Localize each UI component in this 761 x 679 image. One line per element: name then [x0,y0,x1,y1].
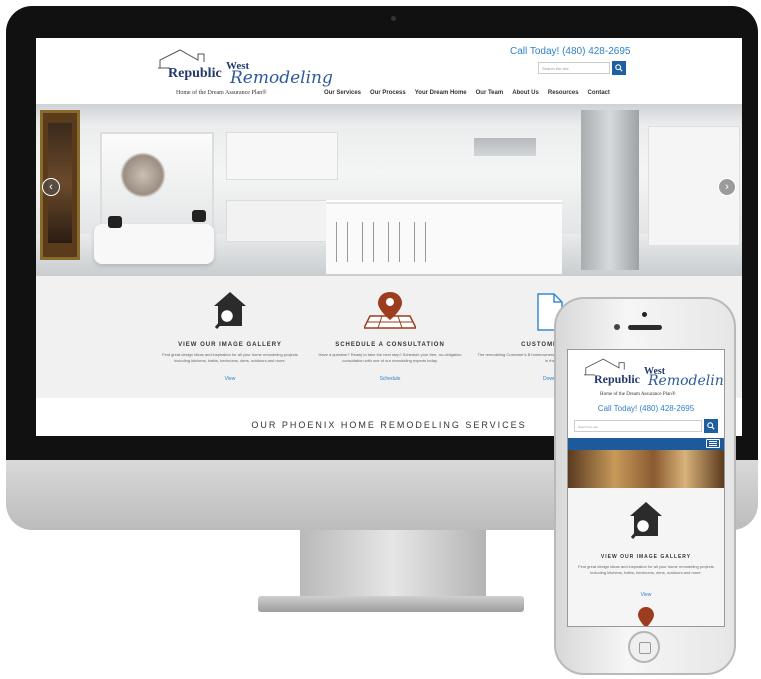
main-nav: Our Services Our Process Your Dream Home… [324,90,610,96]
mobile-call-today-phone[interactable]: Call Today! (480) 428-2695 [568,404,724,413]
map-pin-icon [364,292,416,329]
slider-prev-button[interactable]: ‹ [42,178,60,196]
imac-camera [391,16,396,21]
hero-slider: ‹ › [36,104,742,276]
view-gallery-link[interactable]: View [568,592,724,598]
hero-lower-cabinets [226,200,328,242]
feature-title: VIEW OUR IMAGE GALLERY [600,554,692,560]
hero-range-hood [474,138,536,156]
logo-remodeling: Remodeling [230,68,333,88]
search-icon [615,64,623,72]
map-pin-icon [638,607,654,626]
feature-gallery: VIEW OUR IMAGE GALLERY Find great design… [152,276,308,398]
hero-stool [336,222,348,262]
nav-contact[interactable]: Contact [588,90,610,96]
logo-remodeling: Remodeling [648,373,725,389]
mobile-search-button[interactable] [704,419,718,433]
feature-title: VIEW OUR IMAGE GALLERY [178,342,282,348]
hero-stool [388,222,400,262]
site-logo[interactable]: Republic West Remodeling Home of the Dre… [154,48,333,104]
logo-republic: Republic [168,66,222,81]
slider-next-button[interactable]: › [718,178,736,196]
mobile-hero-image [568,450,724,488]
iphone-sensor [642,312,647,317]
nav-our-team[interactable]: Our Team [476,90,504,96]
house-magnifier-icon [214,292,246,329]
chevron-right-icon: › [725,181,729,193]
hero-tree [120,152,166,198]
nav-about-us[interactable]: About Us [512,90,539,96]
mobile-feature-gallery: VIEW OUR IMAGE GALLERY Find great design… [568,488,724,626]
imac-stand-neck [300,530,486,600]
hero-stool [414,222,426,262]
search-icon [707,422,715,430]
feature-description: Find great design ideas and inspiration … [162,352,298,363]
schedule-link[interactable]: Schedule [312,376,468,382]
home-square-icon [639,642,651,654]
mobile-site-logo[interactable]: Republic West Remodeling Home of the Dre… [582,354,724,404]
logo-tagline: Home of the Dream Assurance Plan® [600,392,676,397]
feature-description: Have a question? Ready to take the next … [318,352,462,363]
feature-consultation: SCHEDULE A CONSULTATION Have a question?… [312,276,468,398]
mobile-website: Republic West Remodeling Home of the Dre… [567,349,725,627]
search-button[interactable] [612,61,626,75]
view-gallery-link[interactable]: View [152,376,308,382]
hero-stool [362,222,374,262]
hero-pillow [192,210,206,222]
nav-resources[interactable]: Resources [548,90,579,96]
iphone-device: Republic West Remodeling Home of the Dre… [554,297,736,675]
search-input[interactable]: Search the site [538,62,610,74]
iphone-camera [614,324,620,330]
hero-refrigerator [581,110,639,270]
nav-our-services[interactable]: Our Services [324,90,361,96]
iphone-home-button[interactable] [628,631,660,663]
call-today-phone[interactable]: Call Today! (480) 428-2695 [510,46,630,57]
hero-sofa [94,224,214,264]
logo-republic: Republic [594,372,641,386]
hero-upper-cabinets [226,132,338,180]
feature-description: Find great design ideas and inspiration … [578,564,714,575]
iphone-speaker [628,325,662,330]
hamburger-icon[interactable] [706,439,720,448]
hero-pillow [108,216,122,228]
mobile-search-input[interactable]: Search the site [574,420,702,432]
nav-your-dream-home[interactable]: Your Dream Home [415,90,467,96]
nav-our-process[interactable]: Our Process [370,90,406,96]
house-magnifier-icon [630,502,662,539]
logo-tagline: Home of the Dream Assurance Plan® [176,90,267,96]
feature-title: SCHEDULE A CONSULTATION [335,342,445,348]
imac-stand-foot [258,596,524,612]
mobile-nav-bar [568,438,724,450]
chevron-left-icon: ‹ [49,181,53,193]
